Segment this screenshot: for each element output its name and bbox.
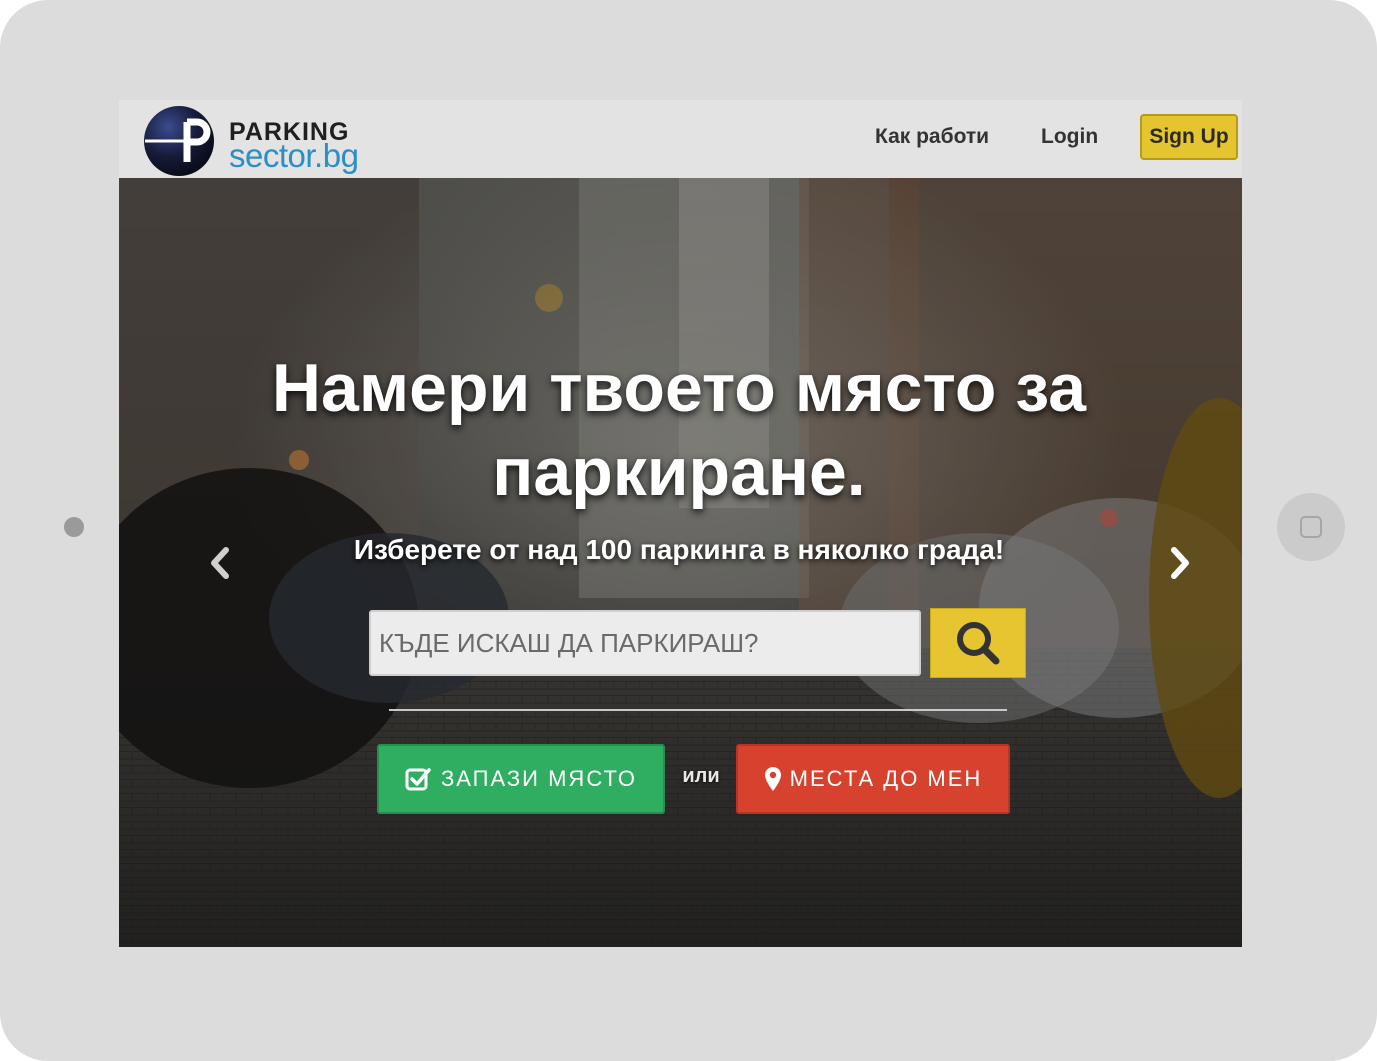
reserve-spot-button[interactable]: ЗАПАЗИ МЯСТО bbox=[377, 744, 665, 814]
nav-how-it-works[interactable]: Как работи bbox=[875, 125, 989, 149]
navbar: PARKING sector.bg Как работи Login Sign … bbox=[119, 100, 1242, 178]
hero-subtitle: Изберете от над 100 паркинга в няколко г… bbox=[353, 534, 1005, 565]
front-camera bbox=[64, 517, 84, 537]
check-square-icon bbox=[405, 766, 431, 792]
reserve-spot-label: ЗАПАЗИ МЯСТО bbox=[440, 766, 638, 791]
logo-mark-icon bbox=[144, 106, 214, 176]
nav-login[interactable]: Login bbox=[1041, 125, 1098, 149]
hero-divider bbox=[389, 709, 1007, 711]
signup-button[interactable]: Sign Up bbox=[1140, 114, 1238, 160]
browser-screen: PARKING sector.bg Как работи Login Sign … bbox=[119, 100, 1242, 947]
search-icon bbox=[957, 622, 1000, 665]
hero-carousel: Намери твоето място за паркиране. Избере… bbox=[119, 178, 1242, 947]
chevron-right-icon[interactable] bbox=[1165, 544, 1195, 582]
chevron-left-icon[interactable] bbox=[205, 544, 235, 582]
nearby-spots-button[interactable]: МЕСТА ДО МЕН bbox=[736, 744, 1010, 814]
search-button[interactable] bbox=[930, 608, 1026, 678]
tablet-frame: PARKING sector.bg Как работи Login Sign … bbox=[0, 0, 1377, 1061]
home-button[interactable] bbox=[1277, 493, 1345, 561]
map-marker-icon bbox=[764, 766, 782, 792]
or-separator: или bbox=[682, 765, 720, 787]
search-input[interactable] bbox=[369, 610, 921, 676]
logo-wordmark-bottom: sector.bg bbox=[229, 137, 359, 174]
nearby-spots-label: МЕСТА ДО МЕН bbox=[789, 766, 983, 791]
home-square-icon bbox=[1300, 516, 1322, 538]
hero-title: Намери твоето място за паркиране. bbox=[271, 350, 1087, 510]
